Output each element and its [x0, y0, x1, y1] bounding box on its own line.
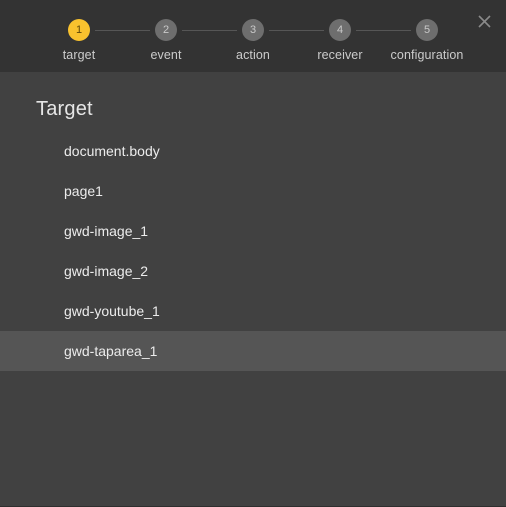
close-button[interactable] — [471, 9, 497, 35]
list-item[interactable]: gwd-image_1 — [0, 211, 506, 251]
step-connector — [269, 30, 324, 31]
dialog-body: Target document.body page1 gwd-image_1 gwd-… — [0, 72, 506, 506]
step-number-badge: 5 — [416, 19, 438, 41]
event-wizard-dialog: 1 target 2 event 3 action 4 receiver 5 configurat… — [0, 0, 506, 507]
step-number-badge: 1 — [68, 19, 90, 41]
step-number-badge: 4 — [329, 19, 351, 41]
list-item[interactable]: page1 — [0, 171, 506, 211]
list-item[interactable]: gwd-taparea_1 — [0, 331, 506, 371]
dialog-header: 1 target 2 event 3 action 4 receiver 5 configurat… — [0, 0, 506, 72]
close-icon — [477, 15, 491, 28]
step-number-badge: 2 — [155, 19, 177, 41]
step-number-badge: 3 — [242, 19, 264, 41]
wizard-stepper: 1 target 2 event 3 action 4 receiver 5 configurat… — [0, 0, 506, 72]
list-item[interactable]: document.body — [0, 131, 506, 171]
step-label: configuration — [390, 48, 464, 62]
step-connector — [182, 30, 237, 31]
list-item[interactable]: gwd-image_2 — [0, 251, 506, 291]
step-connector — [356, 30, 411, 31]
list-item[interactable]: gwd-youtube_1 — [0, 291, 506, 331]
step-connector — [95, 30, 150, 31]
page-title: Target — [36, 98, 93, 120]
wizard-step-configuration[interactable]: 5 configuration — [372, 0, 482, 72]
target-list: document.body page1 gwd-image_1 gwd-image_2… — [0, 131, 506, 371]
